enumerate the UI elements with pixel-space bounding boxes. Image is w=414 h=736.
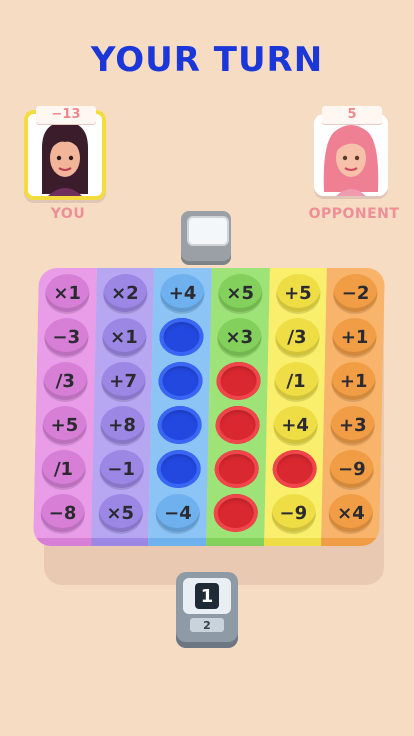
pop-bubble[interactable]: /1 <box>41 450 86 488</box>
pop-bubble[interactable]: −2 <box>333 274 378 312</box>
opponent-avatar <box>314 114 388 196</box>
claimed-bubble-red[interactable] <box>213 494 259 532</box>
claimed-bubble-blue[interactable] <box>159 318 205 356</box>
you-avatar <box>28 114 102 196</box>
dice-cup-inner <box>187 216 229 246</box>
dice[interactable]: 1 2 <box>176 572 238 642</box>
claimed-bubble-red[interactable] <box>215 362 261 400</box>
board-column-edge <box>206 538 264 546</box>
board-column-5: +5/3/1 +4 −9 <box>263 268 328 546</box>
pop-bubble[interactable]: ×1 <box>44 274 90 312</box>
pop-bubble[interactable]: ×1 <box>101 318 147 356</box>
pop-bubble[interactable]: +5 <box>275 274 321 312</box>
pop-bubble[interactable]: /3 <box>274 318 320 356</box>
pop-bubble[interactable]: +4 <box>160 274 205 312</box>
pop-bubble[interactable]: −8 <box>40 494 86 532</box>
dice-top-face: 1 <box>183 578 231 614</box>
board-column-edge <box>321 538 380 546</box>
pop-bubble[interactable]: +4 <box>272 406 318 444</box>
pop-bubble[interactable]: −9 <box>329 450 375 488</box>
opponent-label: OPPONENT <box>308 206 400 222</box>
board-column-6: −2 +1 +1 +3 −9 ×4 <box>321 268 385 546</box>
board-column-2: ×2 ×1 +7 +8 −1 ×5 <box>90 268 155 546</box>
turn-title: YOUR TURN <box>90 40 324 80</box>
pop-bubble[interactable]: +8 <box>99 406 145 444</box>
opponent-score-badge: 5 <box>322 106 382 124</box>
board-column-edge <box>263 538 322 546</box>
pop-bubble[interactable]: +1 <box>331 362 377 400</box>
pop-bubble[interactable]: +1 <box>332 318 378 356</box>
opponent-avatar-card <box>314 114 388 196</box>
pop-bubble[interactable]: −1 <box>98 450 144 488</box>
you-label: YOU <box>50 206 86 222</box>
pop-bubble[interactable]: +3 <box>330 406 376 444</box>
claimed-bubble-red[interactable] <box>214 450 259 488</box>
pop-bubble[interactable]: −3 <box>43 318 89 356</box>
pop-bubble[interactable]: +7 <box>100 362 146 400</box>
claimed-bubble-blue[interactable] <box>157 406 203 444</box>
pop-bubble[interactable]: ×4 <box>328 494 374 532</box>
claimed-bubble-red[interactable] <box>215 406 260 444</box>
dice-cup[interactable] <box>181 211 231 261</box>
pop-bubble[interactable]: ×3 <box>216 318 262 356</box>
pop-bubble[interactable]: −9 <box>270 494 316 532</box>
board-column-4: ×5 ×3 <box>206 268 270 546</box>
pop-bubble[interactable]: +5 <box>42 406 87 444</box>
claimed-bubble-red[interactable] <box>271 450 317 488</box>
claimed-bubble-blue[interactable] <box>158 362 204 400</box>
pop-bubble[interactable]: ×5 <box>97 494 143 532</box>
pop-bubble[interactable]: ×5 <box>217 274 263 312</box>
board-column-1: ×1 −3/3 +5/1 −8 <box>33 268 97 546</box>
claimed-bubble-blue[interactable] <box>156 450 202 488</box>
you-score-badge: −13 <box>36 106 96 124</box>
dice-top-value: 1 <box>195 583 219 609</box>
dice-side-value: 2 <box>190 618 224 632</box>
pop-bubble[interactable]: −4 <box>155 494 201 532</box>
board-column-3: +4 −4 <box>148 268 212 546</box>
pop-bubble[interactable]: /3 <box>42 362 88 400</box>
pop-bubble[interactable]: ×2 <box>102 274 148 312</box>
pop-bubble[interactable]: /1 <box>273 362 319 400</box>
pop-it-board: ×1 −3/3 +5/1 −8 ×2 ×1 +7 +8 −1 ×5 +4 −4 ×5 ×3 +5/3/1 +4… <box>33 268 385 546</box>
board-column-edge <box>90 538 149 546</box>
board-column-edge <box>33 538 91 546</box>
board-column-edge <box>148 538 207 546</box>
